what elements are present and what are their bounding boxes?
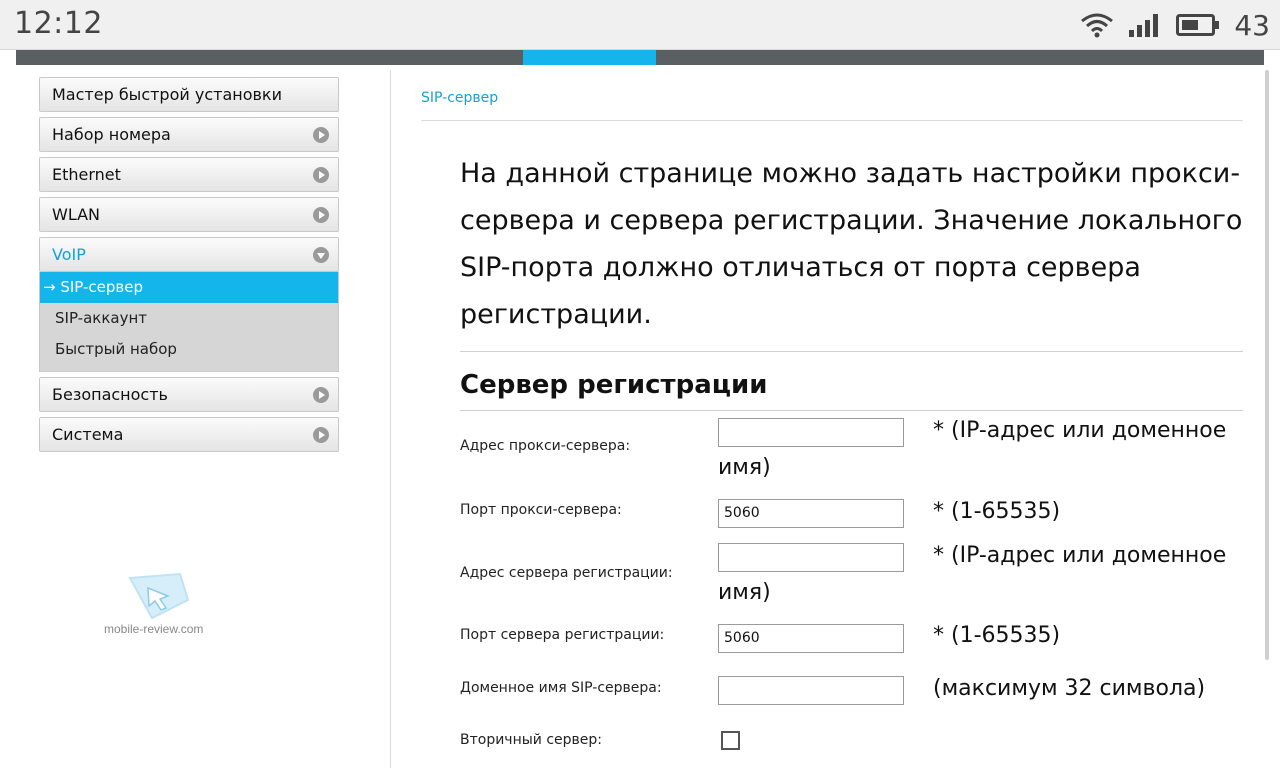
sidebar-item-label: Система	[52, 425, 124, 444]
wifi-icon	[1081, 13, 1114, 38]
secondary-server-checkbox[interactable]	[721, 731, 740, 750]
proxy-address-hint: * (IP-адрес или доменное имя)	[718, 418, 1227, 480]
proxy-address-label: Адрес прокси-сервера:	[460, 438, 631, 454]
top-nav-band	[16, 50, 1264, 65]
mobile-review-logo-icon	[128, 572, 190, 620]
registrar-address-label: Адрес сервера регистрации:	[460, 565, 673, 581]
registrar-port-label: Порт сервера регистрации:	[460, 627, 665, 643]
chevron-right-icon	[313, 387, 329, 403]
scrollbar[interactable]	[1265, 70, 1269, 660]
battery-icon	[1176, 14, 1220, 36]
sidebar-item-wlan[interactable]: WLAN	[39, 197, 339, 232]
active-top-tab[interactable]	[523, 50, 656, 65]
divider	[460, 351, 1243, 352]
status-time: 12:12	[14, 6, 103, 41]
sidebar-item-label: Безопасность	[52, 385, 168, 404]
divider	[460, 410, 1243, 411]
breadcrumb: SIP-сервер	[421, 90, 499, 106]
sip-domain-hint: (максимум 32 символа)	[933, 676, 1206, 701]
sidebar-item-ethernet[interactable]: Ethernet	[39, 157, 339, 192]
watermark-text: mobile-review.com	[104, 622, 204, 636]
sidebar-item-security[interactable]: Безопасность	[39, 377, 339, 412]
voip-submenu: → SIP-сервер SIP-аккаунт Быстрый набор	[39, 272, 339, 372]
sidebar-item-system[interactable]: Система	[39, 417, 339, 452]
registrar-port-hint: * (1-65535)	[933, 623, 1061, 648]
sidebar-item-label: VoIP	[52, 245, 86, 264]
sidebar-item-label: Ethernet	[52, 165, 121, 184]
sidebar-item-label: Мастер быстрой установки	[52, 85, 282, 104]
sidebar-item-quick-setup[interactable]: Мастер быстрой установки	[39, 77, 339, 112]
chevron-down-icon	[313, 247, 329, 263]
secondary-server-label: Вторичный сервер:	[460, 732, 603, 748]
watermark-logo: mobile-review.com	[100, 570, 210, 642]
sidebar: Мастер быстрой установки Набор номера Et…	[39, 77, 339, 457]
sidebar-item-dialing[interactable]: Набор номера	[39, 117, 339, 152]
status-icons: 43	[1080, 8, 1270, 42]
submenu-item-sip-account[interactable]: SIP-аккаунт	[40, 303, 338, 334]
submenu-item-speed-dial[interactable]: Быстрый набор	[40, 334, 338, 365]
chevron-right-icon	[313, 127, 329, 143]
sidebar-item-voip[interactable]: VoIP	[39, 237, 339, 272]
chevron-right-icon	[313, 207, 329, 223]
battery-level: 43	[1234, 8, 1270, 42]
page-description: На данной странице можно задать настройк…	[460, 158, 1243, 330]
sidebar-item-label: WLAN	[52, 205, 101, 224]
proxy-port-label: Порт прокси-сервера:	[460, 502, 622, 518]
section-title: Сервер регистрации	[460, 370, 768, 400]
submenu-item-sip-server[interactable]: → SIP-сервер	[40, 272, 338, 303]
divider	[421, 120, 1243, 121]
chevron-right-icon	[313, 427, 329, 443]
registrar-address-hint: * (IP-адрес или доменное имя)	[718, 543, 1227, 605]
signal-icon	[1129, 14, 1159, 37]
sip-domain-label: Доменное имя SIP-сервера:	[460, 680, 662, 696]
proxy-port-hint: * (1-65535)	[933, 499, 1061, 524]
sidebar-item-label: Набор номера	[52, 125, 171, 144]
status-bar: 12:12 43	[0, 0, 1280, 50]
chevron-right-icon	[313, 167, 329, 183]
content-divider	[390, 70, 391, 768]
